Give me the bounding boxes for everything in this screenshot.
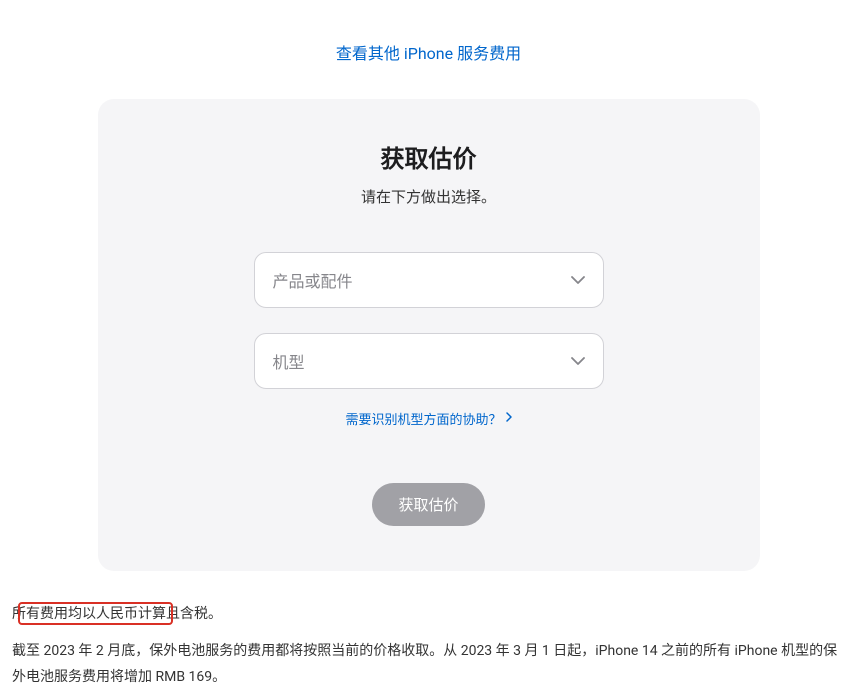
other-services-link[interactable]: 查看其他 iPhone 服务费用 <box>336 44 521 63</box>
footer-text: 所有费用均以人民币计算且含税。 截至 2023 年 2 月底，保外电池服务的费用… <box>0 571 857 691</box>
chevron-down-icon <box>571 357 585 365</box>
card-subtitle: 请在下方做出选择。 <box>138 186 720 207</box>
chevron-right-icon <box>506 411 512 426</box>
identify-model-help-link[interactable]: 需要识别机型方面的协助？ <box>345 409 511 428</box>
footer-line-2: 截至 2023 年 2 月底，保外电池服务的费用都将按照当前的价格收取。从 20… <box>12 638 845 691</box>
product-select-wrapper: 产品或配件 <box>254 252 604 308</box>
chevron-down-icon <box>571 276 585 284</box>
product-select-label: 产品或配件 <box>273 268 353 292</box>
get-estimate-button[interactable]: 获取估价 <box>372 483 484 526</box>
model-select[interactable]: 机型 <box>254 333 604 389</box>
footer-line-1: 所有费用均以人民币计算且含税。 <box>12 601 845 628</box>
card-title: 获取估价 <box>138 139 720 174</box>
estimate-card: 获取估价 请在下方做出选择。 产品或配件 机型 需要识别机型方面的协助？ <box>98 99 760 571</box>
model-select-label: 机型 <box>273 349 305 373</box>
model-select-wrapper: 机型 <box>254 333 604 389</box>
top-link-container: 查看其他 iPhone 服务费用 <box>0 0 857 84</box>
help-link-text: 需要识别机型方面的协助？ <box>345 409 501 428</box>
product-select[interactable]: 产品或配件 <box>254 252 604 308</box>
help-link-container: 需要识别机型方面的协助？ <box>138 409 720 428</box>
